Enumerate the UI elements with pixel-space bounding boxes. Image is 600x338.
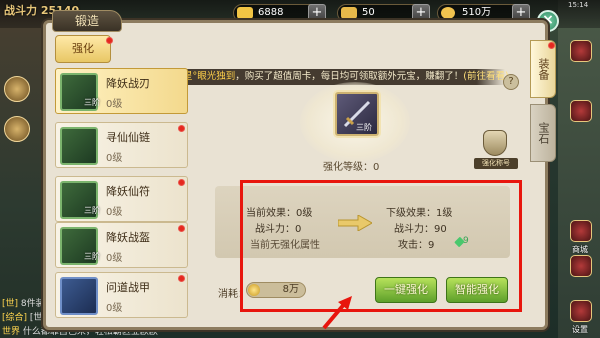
avatar[interactable] bbox=[4, 76, 30, 102]
item-name: 降妖仙符 bbox=[106, 185, 150, 198]
equipment-tab-alert-dot bbox=[548, 42, 555, 49]
gold-ingot-icon bbox=[237, 7, 253, 19]
item-tier: 三阶 bbox=[84, 98, 100, 107]
armor-icon bbox=[60, 277, 98, 315]
title-badge[interactable]: 强化称号 bbox=[474, 130, 518, 170]
mall-icon[interactable] bbox=[570, 220, 592, 242]
notice-message: ，购买了超值周卡，每日均可领取额外元宝，赚翻了！ bbox=[235, 71, 464, 82]
list-item[interactable]: 三阶 降妖仙符 0级 bbox=[55, 176, 188, 222]
item-tier: 三阶 bbox=[84, 252, 100, 261]
item-name: 降妖战盔 bbox=[106, 231, 150, 244]
list-item[interactable]: 寻仙仙链 0级 bbox=[55, 122, 188, 168]
chat-tag: [综合] bbox=[2, 313, 28, 323]
right-hud: 商城 设置 bbox=[560, 0, 600, 338]
item-level: 0级 bbox=[106, 99, 123, 110]
subtab-alert-dot bbox=[106, 37, 113, 44]
medal-icon bbox=[483, 130, 507, 156]
chat-tag: 世界 bbox=[2, 327, 21, 337]
item-name: 寻仙仙链 bbox=[106, 131, 150, 144]
left-hud bbox=[0, 40, 40, 160]
chat-tag: [世] bbox=[2, 299, 19, 309]
item-level: 0级 bbox=[106, 303, 123, 314]
silver-ingot-icon bbox=[341, 7, 357, 19]
settings-label: 设置 bbox=[572, 325, 588, 334]
item-alert-dot bbox=[178, 225, 185, 232]
list-item[interactable]: 三阶 降妖战刃 0级 bbox=[55, 68, 188, 114]
tab-gem[interactable]: 宝石 bbox=[530, 104, 556, 162]
item-alert-dot bbox=[178, 275, 185, 282]
tab-strengthen[interactable]: 强化 bbox=[55, 35, 111, 63]
item-level: 0级 bbox=[106, 253, 123, 264]
mall-label: 商城 bbox=[572, 245, 588, 254]
coin-icon bbox=[441, 7, 455, 19]
gold-ingot-value: 6888 bbox=[258, 7, 284, 18]
badge-label: 强化称号 bbox=[474, 158, 518, 169]
pause-icon[interactable] bbox=[570, 40, 592, 62]
notice-player: 星°眼光独到 bbox=[183, 71, 236, 82]
notice-link[interactable]: (前往看看) bbox=[463, 71, 508, 82]
panel-title: 锻造 bbox=[52, 10, 122, 32]
mystery-shop-icon[interactable] bbox=[570, 100, 592, 122]
strength-level: 强化等级：0 bbox=[323, 162, 380, 173]
highlight-box bbox=[240, 180, 522, 312]
item-alert-dot bbox=[178, 125, 185, 132]
item-level: 0级 bbox=[106, 153, 123, 164]
checkin-icon[interactable] bbox=[570, 255, 592, 277]
item-tier: 三阶 bbox=[84, 206, 100, 215]
settings-icon[interactable] bbox=[570, 300, 592, 322]
item-alert-dot bbox=[178, 179, 185, 186]
equipment-list: 三阶 降妖战刃 0级 寻仙仙链 0级 三阶 降妖仙符 0级 三阶 降妖战盔 0级… bbox=[55, 68, 190, 328]
silver-ingot-value: 50 bbox=[362, 7, 375, 18]
necklace-icon bbox=[60, 127, 98, 165]
item-name: 降妖战刃 bbox=[106, 77, 150, 90]
help-icon[interactable]: ? bbox=[503, 74, 519, 90]
list-item[interactable]: 问道战甲 0级 bbox=[55, 272, 188, 318]
item-name: 问道战甲 bbox=[106, 281, 150, 294]
coin-value: 510万 bbox=[462, 7, 492, 18]
notice-banner: 恭喜星°眼光独到，购买了超值周卡，每日均可领取额外元宝，赚翻了！(前往看看) bbox=[150, 69, 509, 85]
list-item[interactable]: 三阶 降妖战盔 0级 bbox=[55, 222, 188, 268]
item-level: 0级 bbox=[106, 207, 123, 218]
skill-icon[interactable] bbox=[4, 116, 30, 142]
weapon-tier: 三阶 bbox=[356, 123, 372, 132]
arrow-pointer-icon bbox=[322, 296, 352, 330]
